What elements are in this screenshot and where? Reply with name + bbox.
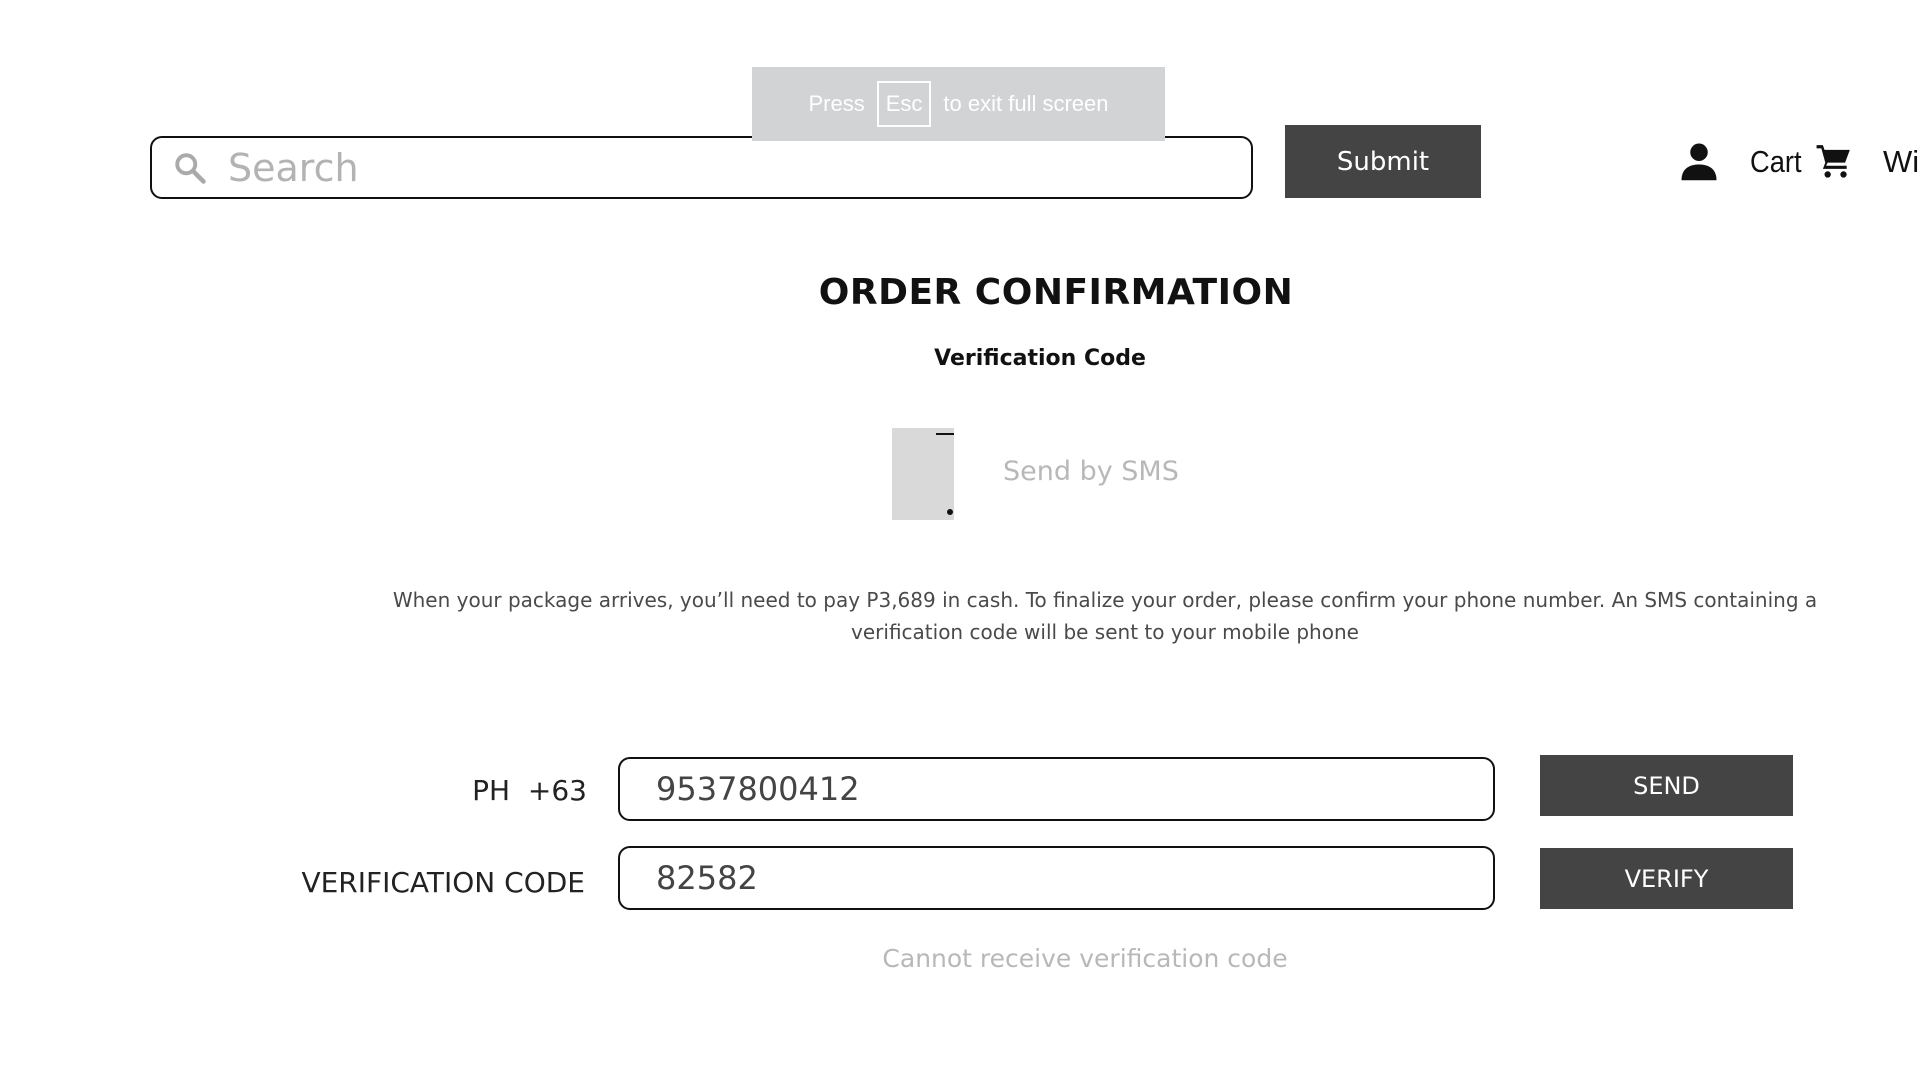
fullscreen-notice-press: Press: [808, 91, 865, 116]
search-box[interactable]: [150, 136, 1253, 199]
verification-code-input[interactable]: [654, 858, 1458, 898]
send-button[interactable]: SEND: [1540, 755, 1793, 816]
fullscreen-notice-suffix: to exit full screen: [943, 91, 1109, 116]
search-input[interactable]: [226, 144, 1190, 191]
cart-link[interactable]: Cart: [1750, 144, 1802, 180]
cart-icon[interactable]: [1815, 142, 1853, 180]
submit-button[interactable]: Submit: [1285, 125, 1481, 198]
cannot-receive-code-link[interactable]: Cannot receive verification code: [0, 944, 1919, 973]
esc-key: Esc: [876, 81, 932, 127]
verification-code-field[interactable]: [618, 846, 1495, 910]
phone-icon: [892, 428, 954, 520]
phone-field[interactable]: [618, 757, 1495, 821]
verify-button[interactable]: VERIFY: [1540, 848, 1793, 909]
wishlist-link[interactable]: Wishlist: [1883, 144, 1919, 180]
payment-description: When your package arrives, you’ll need t…: [392, 588, 1818, 644]
page-title: ORDER CONFIRMATION: [818, 272, 1294, 313]
search-icon: [175, 152, 206, 184]
fullscreen-notice: Press Esc to exit full screen: [752, 67, 1165, 141]
verification-code-label: VERIFICATION CODE: [301, 866, 585, 899]
page-subtitle: Verification Code: [934, 346, 1146, 371]
send-by-sms-option[interactable]: Send by SMS: [1003, 456, 1179, 487]
phone-prefix-label: PH +63: [472, 774, 587, 807]
phone-input[interactable]: [654, 769, 1458, 809]
user-icon[interactable]: [1678, 140, 1720, 182]
